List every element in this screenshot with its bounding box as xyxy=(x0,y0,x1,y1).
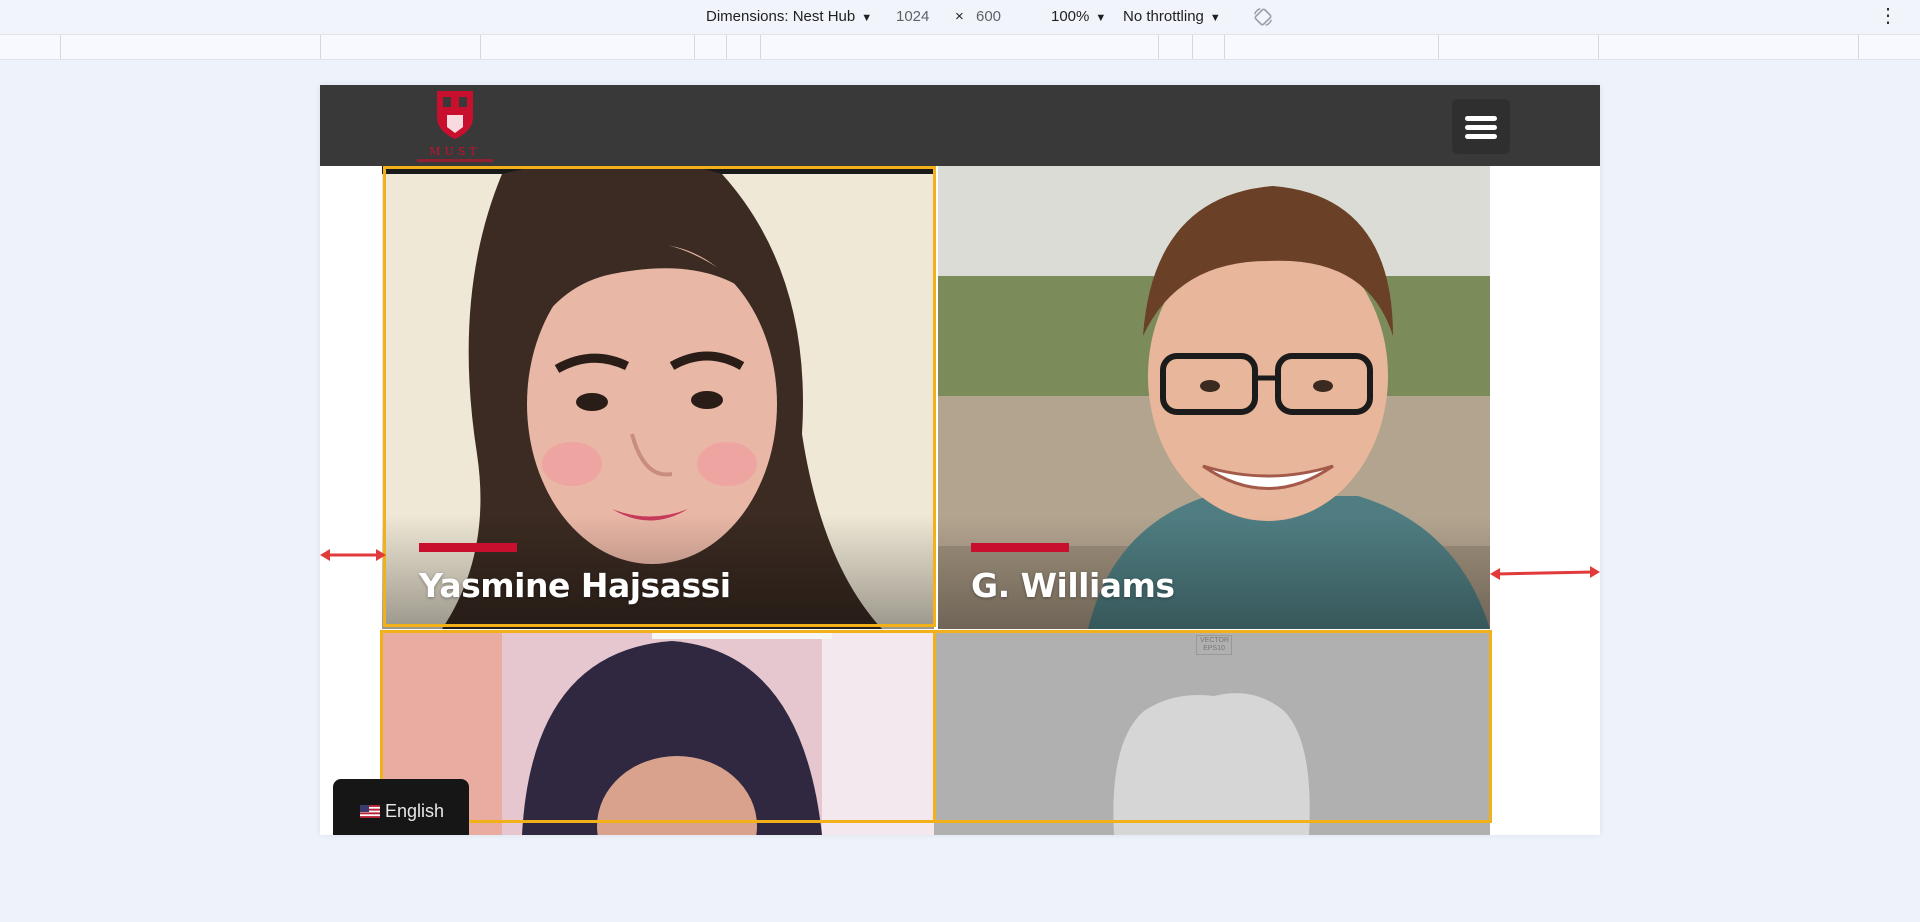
person-name: Yasmine Hajsassi xyxy=(419,566,731,605)
us-flag-icon xyxy=(360,805,380,818)
logo-text: MUST xyxy=(429,145,480,158)
more-options-icon[interactable]: ⋮ xyxy=(1878,6,1898,26)
device-label: Dimensions: Nest Hub xyxy=(706,8,856,25)
media-query-ruler xyxy=(0,35,1920,60)
device-dropdown[interactable]: Dimensions: Nest Hub ▼ xyxy=(706,8,872,25)
width-input[interactable]: 1024 xyxy=(896,8,929,25)
language-label: English xyxy=(385,801,445,821)
hamburger-icon xyxy=(1465,116,1497,121)
chevron-down-icon: ▼ xyxy=(1209,12,1221,24)
avatar-placeholder xyxy=(934,631,1490,835)
language-switcher[interactable]: English xyxy=(333,779,469,835)
portrait-photo xyxy=(382,134,934,629)
hamburger-icon-line xyxy=(1465,125,1497,130)
stock-watermark: VECTOR EPS10 xyxy=(1196,635,1232,655)
site-header: MUST xyxy=(320,85,1600,166)
team-card-yasmine[interactable]: Yasmine Hajsassi xyxy=(382,134,934,629)
device-viewport: Yasmine Hajsassi G. Williams VECTOR EPS1… xyxy=(320,85,1600,835)
portrait-photo xyxy=(938,166,1490,629)
throttling-dropdown[interactable]: No throttling ▼ xyxy=(1123,8,1221,25)
rotate-icon[interactable] xyxy=(1252,6,1274,28)
right-resize-arrow-icon xyxy=(1490,566,1600,580)
university-logo[interactable]: MUST xyxy=(405,87,505,165)
name-accent-bar xyxy=(971,543,1069,552)
times-separator: × xyxy=(955,8,964,25)
hamburger-icon-line xyxy=(1465,134,1497,139)
zoom-dropdown[interactable]: 100% ▼ xyxy=(1051,8,1106,25)
name-accent-bar xyxy=(419,543,517,552)
left-resize-arrow-icon xyxy=(320,549,386,561)
team-card-williams[interactable]: G. Williams xyxy=(938,166,1490,629)
hamburger-menu-button[interactable] xyxy=(1452,99,1510,154)
throttling-label: No throttling xyxy=(1123,8,1204,25)
chevron-down-icon: ▼ xyxy=(1095,12,1107,24)
zoom-label: 100% xyxy=(1051,8,1090,25)
person-name: G. Williams xyxy=(971,566,1175,605)
height-input[interactable]: 600 xyxy=(976,8,1001,25)
team-card-4[interactable]: VECTOR EPS10 xyxy=(934,631,1490,835)
device-toolbar: Dimensions: Nest Hub ▼ 1024 × 600 100% ▼ N… xyxy=(0,0,1920,35)
chevron-down-icon: ▼ xyxy=(861,12,873,24)
